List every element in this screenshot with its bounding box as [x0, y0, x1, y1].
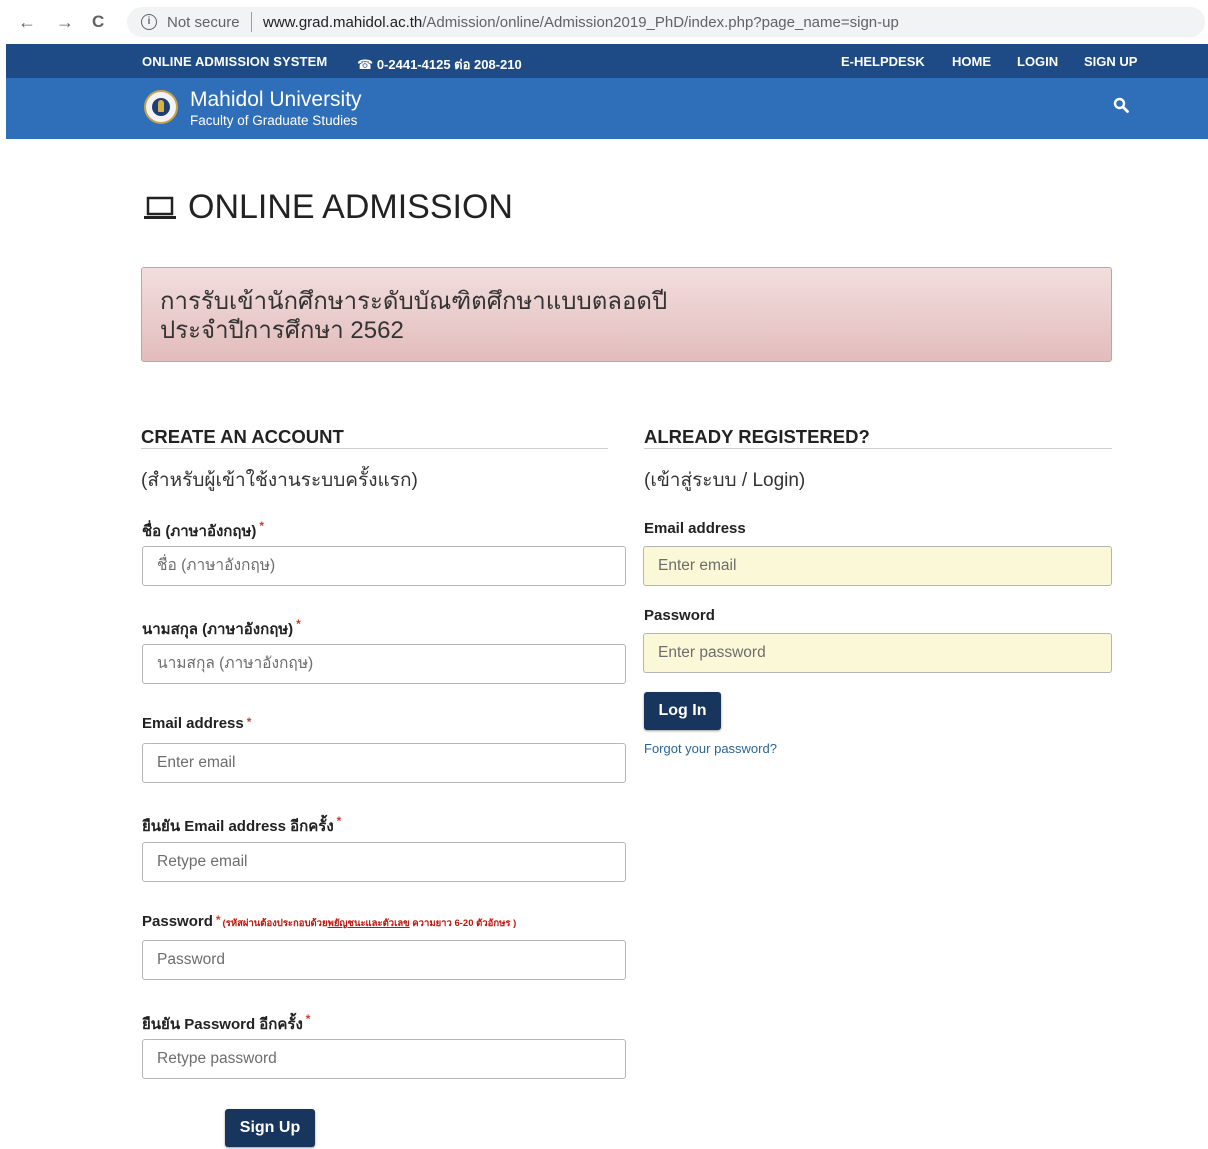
confirm-password-input[interactable] — [142, 1039, 626, 1079]
password-requirement-hint: (รหัสผ่านต้องประกอบด้วยพยัญชนะและตัวเลข … — [223, 918, 517, 929]
confirm-password-label-text: ยืนยัน Password อีกครั้ง — [142, 1016, 303, 1033]
forward-icon[interactable]: → — [56, 12, 74, 32]
login-email-input[interactable] — [643, 546, 1112, 586]
system-label: ONLINE ADMISSION SYSTEM — [142, 54, 328, 69]
nav-link-signup[interactable]: SIGN UP — [1084, 54, 1137, 69]
signup-email-label: Email address * — [142, 715, 251, 732]
faculty-name: Faculty of Graduate Studies — [190, 113, 358, 128]
signup-divider — [141, 448, 608, 449]
phone-number: 0-2441-4125 ต่อ 208-210 — [376, 57, 522, 72]
page-title: ONLINE ADMISSION — [142, 188, 513, 227]
confirm-email-label-text: ยืนยัน Email address อีกครั้ง — [142, 818, 334, 835]
signup-password-label: Password * (รหัสผ่านต้องประกอบด้วยพยัญชนะแ… — [142, 913, 516, 931]
required-mark: * — [305, 1012, 311, 1026]
phone-info: ☎ 0-2441-4125 ต่อ 208-210 — [357, 54, 522, 75]
login-heading: ALREADY REGISTERED? — [644, 426, 870, 447]
login-note: (เข้าสู่ระบบ / Login) — [644, 470, 806, 491]
admission-alert: การรับเข้านักศึกษาระดับบัณฑิตศึกษาแบบตลอ… — [141, 267, 1112, 362]
url-path: /Admission/online/Admission2019_PhD/inde… — [422, 14, 899, 31]
login-password-input[interactable] — [643, 633, 1112, 673]
login-password-label: Password — [644, 607, 715, 624]
sign-up-button[interactable]: Sign Up — [225, 1109, 315, 1147]
site-header: Mahidol University Faculty of Graduate S… — [6, 78, 1208, 139]
last-name-input[interactable] — [142, 644, 626, 684]
page-title-text: ONLINE ADMISSION — [188, 188, 513, 226]
hint-suffix: ความยาว 6-20 ตัวอักษร ) — [409, 918, 517, 929]
signup-email-label-text: Email address — [142, 715, 244, 732]
last-name-label: นามสกุล (ภาษาอังกฤษ) * — [142, 617, 301, 641]
browser-toolbar: ← → C i Not secure www.grad.mahidol.ac.t… — [0, 0, 1208, 44]
hint-prefix: (รหัสผ่านต้องประกอบด้วย — [222, 918, 328, 929]
site-topbar: ONLINE ADMISSION SYSTEM ☎ 0-2441-4125 ต่… — [6, 44, 1208, 78]
forgot-password-link[interactable]: Forgot your password? — [644, 741, 777, 756]
signup-password-input[interactable] — [142, 940, 626, 980]
confirm-password-label: ยืนยัน Password อีกครั้ง * — [142, 1012, 310, 1036]
hint-emphasis: พยัญชนะและตัวเลข — [327, 918, 410, 929]
nav-link-home[interactable]: HOME — [952, 54, 991, 69]
first-name-label: ชื่อ (ภาษาอังกฤษ) * — [142, 519, 264, 543]
alert-line-2: ประจำปีการศึกษา 2562 — [160, 317, 404, 344]
first-name-label-text: ชื่อ (ภาษาอังกฤษ) — [142, 523, 257, 540]
last-name-label-text: นามสกุล (ภาษาอังกฤษ) — [142, 621, 294, 638]
reload-icon[interactable]: C — [92, 12, 104, 32]
info-icon[interactable]: i — [141, 14, 157, 30]
required-mark: * — [259, 519, 265, 533]
url-text[interactable]: www.grad.mahidol.ac.th/Admission/online/… — [263, 14, 899, 31]
phone-icon: ☎ — [357, 57, 374, 72]
alert-line-1: การรับเข้านักศึกษาระดับบัณฑิตศึกษาแบบตลอ… — [160, 288, 668, 315]
required-mark: * — [246, 715, 252, 729]
back-icon[interactable]: ← — [18, 12, 36, 32]
signup-password-label-text: Password — [142, 913, 213, 930]
required-mark: * — [336, 814, 342, 828]
login-email-label: Email address — [644, 520, 746, 537]
signup-note: (สำหรับผู้เข้าใช้งานระบบครั้งแรก) — [141, 470, 418, 491]
university-logo[interactable] — [144, 90, 178, 124]
log-in-button[interactable]: Log In — [644, 692, 721, 730]
login-divider — [644, 448, 1112, 449]
first-name-input[interactable] — [142, 546, 626, 586]
address-divider — [251, 12, 252, 32]
url-domain: www.grad.mahidol.ac.th — [263, 14, 423, 31]
laptop-icon — [144, 196, 176, 219]
address-bar[interactable]: i Not secure www.grad.mahidol.ac.th/Admi… — [127, 7, 1205, 37]
nav-link-login[interactable]: LOGIN — [1017, 54, 1058, 69]
nav-link-helpdesk[interactable]: E-HELPDESK — [841, 54, 925, 69]
confirm-email-input[interactable] — [142, 842, 626, 882]
signup-email-input[interactable] — [142, 743, 626, 783]
signup-heading: CREATE AN ACCOUNT — [141, 426, 344, 447]
logo-emblem — [158, 100, 164, 112]
search-icon[interactable] — [1113, 97, 1129, 113]
confirm-email-label: ยืนยัน Email address อีกครั้ง * — [142, 814, 341, 838]
university-name[interactable]: Mahidol University — [190, 88, 362, 112]
security-status[interactable]: Not secure — [167, 14, 240, 31]
required-mark: * — [215, 913, 221, 927]
required-mark: * — [296, 617, 301, 631]
